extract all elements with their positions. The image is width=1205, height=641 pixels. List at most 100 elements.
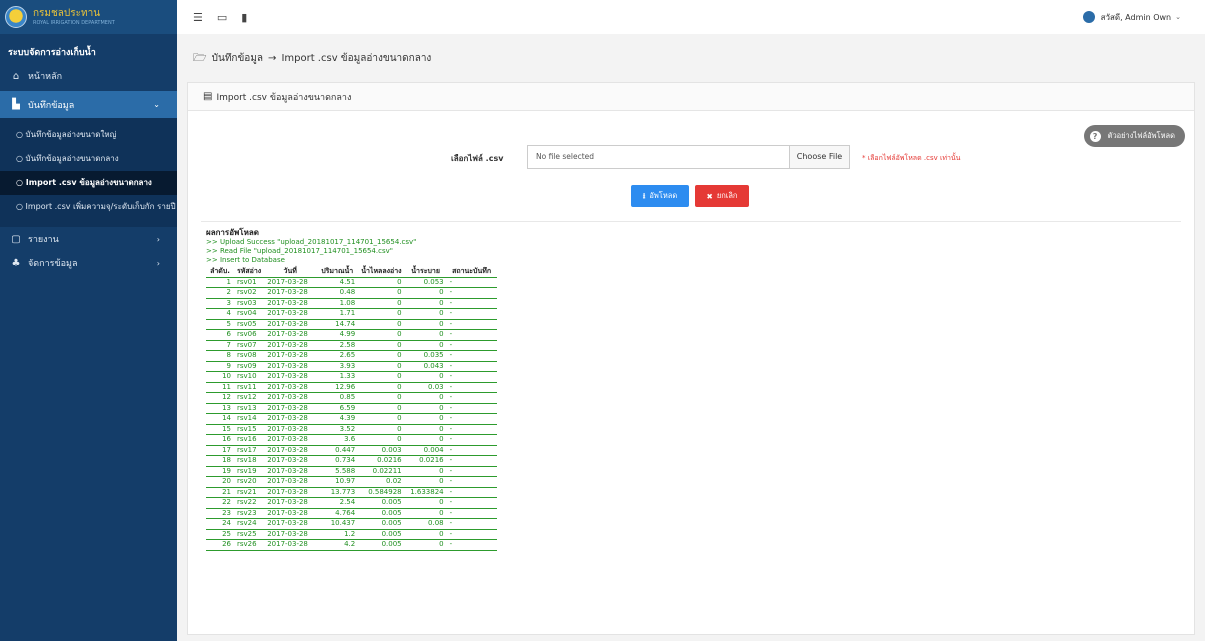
column-header: สถานะบันทึก bbox=[446, 265, 497, 278]
choose-file-button[interactable]: Choose File bbox=[789, 146, 849, 168]
user-menu[interactable]: สวัสดี, Admin Own ⌄ bbox=[1082, 0, 1181, 34]
question-icon: ? bbox=[1089, 130, 1101, 142]
table-cell: 2.65 bbox=[316, 350, 359, 362]
table-row: 3 rsv03 2017-03-28 1.08 0 0- bbox=[206, 298, 497, 310]
table-cell: 0.043 bbox=[404, 361, 447, 373]
cancel-button[interactable]: ✖ ยกเลิก bbox=[695, 185, 749, 207]
table-row: 2 rsv02 2017-03-28 0.48 0 0- bbox=[206, 287, 497, 299]
table-cell: - bbox=[446, 434, 497, 446]
table-cell: 0 bbox=[358, 340, 405, 352]
table-cell: - bbox=[446, 455, 497, 467]
table-cell: 1 bbox=[206, 277, 234, 289]
upload-button[interactable]: ⭳ อัพโหลด bbox=[631, 185, 689, 207]
upload-icon: ⭳ bbox=[642, 190, 646, 200]
upload-label: อัพโหลด bbox=[649, 191, 678, 200]
table-cell: 0 bbox=[358, 403, 405, 415]
table-cell: 8 bbox=[206, 350, 234, 362]
table-cell: - bbox=[446, 371, 497, 383]
main: ☰ ▭ ▮ สวัสดี, Admin Own ⌄ 🗁 บันทึกข้อมูล… bbox=[177, 0, 1205, 641]
home-icon: ⌂ bbox=[12, 70, 20, 82]
table-cell: 0 bbox=[358, 329, 405, 341]
sub-item-large-reservoir[interactable]: ○ บันทึกข้อมูลอ่างขนาดใหญ่ bbox=[0, 123, 177, 147]
table-cell: 22 bbox=[206, 497, 234, 509]
sidebar-item-home[interactable]: ⌂ หน้าหลัก bbox=[0, 64, 177, 88]
import-panel: ▤ Import .csv ข้อมูลอ่างขนาดกลาง ? ตัวอย… bbox=[187, 82, 1195, 635]
table-cell: 2017-03-28 bbox=[264, 434, 317, 446]
save-icon: ▙ bbox=[12, 99, 20, 110]
circle-icon: ○ bbox=[16, 202, 23, 211]
table-cell: - bbox=[446, 518, 497, 530]
table-cell: 0 bbox=[404, 392, 447, 404]
table-cell: 4.99 bbox=[316, 329, 359, 341]
table-cell: rsv19 bbox=[234, 466, 265, 478]
table-cell: 0 bbox=[358, 392, 405, 404]
table-cell: rsv17 bbox=[234, 445, 265, 457]
table-row: 19 rsv19 2017-03-28 5.588 0.02211 0- bbox=[206, 466, 497, 478]
content: 🗁 บันทึกข้อมูล → Import .csv ข้อมูลอ่างข… bbox=[177, 34, 1205, 635]
table-cell: - bbox=[446, 392, 497, 404]
sub-item-import-capacity[interactable]: ○ Import .csv เพิ่มความจุ/ระดับเก็บกัก ร… bbox=[0, 195, 177, 219]
panel-header: ▤ Import .csv ข้อมูลอ่างขนาดกลาง bbox=[188, 83, 1194, 111]
document-icon[interactable]: ▮ bbox=[241, 11, 247, 24]
table-cell: 4.2 bbox=[316, 539, 359, 551]
table-cell: 2017-03-28 bbox=[264, 340, 317, 352]
table-cell: - bbox=[446, 413, 497, 425]
table-row: 6 rsv06 2017-03-28 4.99 0 0- bbox=[206, 329, 497, 341]
table-cell: 2017-03-28 bbox=[264, 508, 317, 520]
table-row: 25 rsv25 2017-03-28 1.2 0.005 0- bbox=[206, 529, 497, 541]
chevron-right-icon: › bbox=[156, 234, 160, 244]
table-row: 18 rsv18 2017-03-28 0.734 0.0216 0.0216- bbox=[206, 455, 497, 467]
column-header: ลำดับ. bbox=[206, 265, 234, 278]
table-row: 16 rsv16 2017-03-28 3.6 0 0- bbox=[206, 434, 497, 446]
table-cell: 14.74 bbox=[316, 319, 359, 331]
sidebar-item-manage[interactable]: ♣ จัดการข้อมูล › bbox=[0, 251, 177, 275]
topbar: ☰ ▭ ▮ สวัสดี, Admin Own ⌄ bbox=[177, 0, 1205, 34]
table-cell: 10 bbox=[206, 371, 234, 383]
table-cell: 21 bbox=[206, 487, 234, 499]
table-cell: 0 bbox=[404, 476, 447, 488]
sidebar-item-label: บันทึกข้อมูล bbox=[28, 100, 75, 111]
table-cell: - bbox=[446, 287, 497, 299]
table-cell: 0 bbox=[358, 277, 405, 289]
file-input[interactable]: No file selected Choose File bbox=[527, 145, 850, 169]
table-cell: 0.0216 bbox=[404, 455, 447, 467]
table-cell: 2017-03-28 bbox=[264, 277, 317, 289]
sidebar-item-label: หน้าหลัก bbox=[28, 72, 63, 82]
table-cell: 0 bbox=[358, 319, 405, 331]
table-row: 11 rsv11 2017-03-28 12.96 0 0.03- bbox=[206, 382, 497, 394]
logo-bar[interactable]: กรมชลประทาน ROYAL IRRIGATION DEPARTMENT bbox=[0, 0, 177, 34]
file-name[interactable]: No file selected bbox=[528, 146, 789, 168]
sidebar-item-report[interactable]: ▢ รายงาน › bbox=[0, 227, 177, 251]
table-cell: 25 bbox=[206, 529, 234, 541]
table-cell: - bbox=[446, 466, 497, 478]
table-cell: 13 bbox=[206, 403, 234, 415]
table-cell: rsv26 bbox=[234, 539, 265, 551]
table-cell: 2017-03-28 bbox=[264, 476, 317, 488]
table-cell: 0 bbox=[404, 287, 447, 299]
logo-subtitle: ROYAL IRRIGATION DEPARTMENT bbox=[33, 19, 115, 26]
sub-item-medium-reservoir[interactable]: ○ บันทึกข้อมูลอ่างขนาดกลาง bbox=[0, 147, 177, 171]
table-cell: 6 bbox=[206, 329, 234, 341]
table-row: 17 rsv17 2017-03-28 0.447 0.003 0.004- bbox=[206, 445, 497, 457]
menu-icon[interactable]: ☰ bbox=[193, 11, 203, 24]
close-icon: ✖ bbox=[706, 191, 713, 201]
sub-item-import-medium[interactable]: ○ Import .csv ข้อมูลอ่างขนาดกลาง bbox=[0, 171, 177, 195]
table-cell: 5.588 bbox=[316, 466, 359, 478]
table-cell: 2017-03-28 bbox=[264, 319, 317, 331]
file-note: * เลือกไฟล์อัพโหลด .csv เท่านั้น bbox=[862, 154, 961, 162]
table-cell: 1.71 bbox=[316, 308, 359, 320]
sample-file-button[interactable]: ? ตัวอย่างไฟล์อัพโหลด bbox=[1083, 125, 1185, 147]
breadcrumb-parent: บันทึกข้อมูล bbox=[211, 52, 264, 64]
users-icon: ♣ bbox=[11, 257, 21, 269]
monitor-icon[interactable]: ▭ bbox=[217, 11, 227, 24]
sidebar-item-record[interactable]: ▙ บันทึกข้อมูล ⌄ bbox=[0, 91, 177, 118]
table-cell: rsv01 bbox=[234, 277, 265, 289]
table-cell: 0.447 bbox=[316, 445, 359, 457]
table-row: 12 rsv12 2017-03-28 0.85 0 0- bbox=[206, 392, 497, 404]
table-cell: - bbox=[446, 403, 497, 415]
table-cell: rsv03 bbox=[234, 298, 265, 310]
table-cell: rsv08 bbox=[234, 350, 265, 362]
table-cell: 18 bbox=[206, 455, 234, 467]
table-cell: 3.52 bbox=[316, 424, 359, 436]
table-cell: 0 bbox=[404, 508, 447, 520]
